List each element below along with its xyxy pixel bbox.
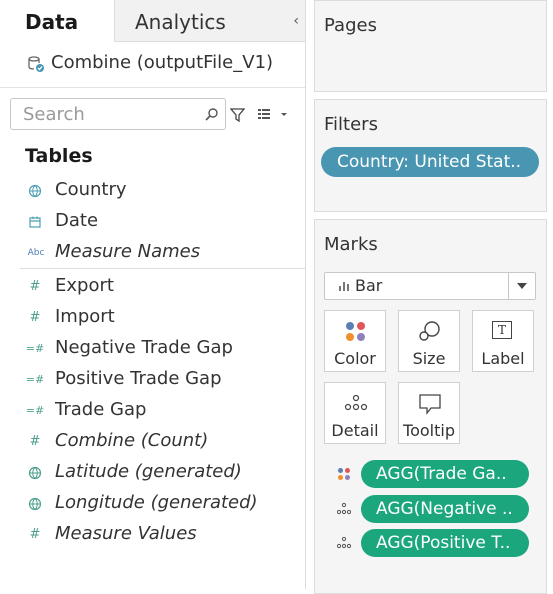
field-latitude[interactable]: Latitude (generated)	[0, 458, 305, 489]
field-label: Longitude (generated)	[55, 492, 258, 513]
datasource-name[interactable]: Combine (outputFile_V1)	[51, 52, 273, 73]
label-icon: T	[492, 321, 512, 339]
field-label: Country	[55, 179, 127, 200]
field-import[interactable]: # Import	[0, 303, 305, 334]
filters-title: Filters	[324, 114, 378, 135]
search-input[interactable]	[21, 103, 195, 126]
calc-hash-icon: =#	[25, 404, 45, 417]
view-options-icon[interactable]	[258, 107, 290, 121]
search-icon[interactable]	[205, 107, 219, 121]
hash-icon: #	[29, 310, 41, 325]
mark-type-select[interactable]: Bar	[324, 272, 536, 300]
tables-heading: Tables	[25, 145, 93, 167]
data-pane: Analytics Data ‹ Combine (outputFile_V1)…	[0, 0, 306, 589]
detail-label: Detail	[331, 421, 379, 440]
calc-hash-icon: =#	[25, 373, 45, 386]
field-trade-gap[interactable]: =# Trade Gap	[0, 396, 305, 427]
mark-pill-trade-gap[interactable]: AGG(Trade Ga..	[361, 460, 529, 488]
field-label: Measure Names	[55, 241, 201, 262]
color-icon	[338, 468, 350, 480]
calc-hash-icon: =#	[25, 342, 45, 355]
field-label: Combine (Count)	[55, 430, 209, 451]
color-label: Color	[334, 349, 376, 368]
collapse-pane-icon[interactable]: ‹	[293, 13, 299, 29]
pages-title: Pages	[324, 15, 377, 36]
tooltip-label: Tooltip	[403, 421, 455, 440]
color-button[interactable]: Color	[324, 310, 386, 372]
bar-chart-icon	[339, 282, 349, 291]
hash-icon: #	[29, 434, 41, 449]
filter-pill-country[interactable]: Country: United Stat..	[321, 147, 539, 177]
chevron-down-icon	[517, 283, 527, 289]
label-label: Label	[481, 349, 525, 368]
calendar-icon	[29, 216, 41, 228]
mark-pill-row: AGG(Negative ..	[335, 495, 545, 525]
detail-icon	[344, 394, 368, 411]
mark-pill-row: AGG(Positive T..	[335, 529, 545, 559]
mark-pill-negative-trade-gap[interactable]: AGG(Negative ..	[361, 495, 529, 523]
mark-pill-row: AGG(Trade Ga..	[335, 460, 545, 490]
divider	[20, 268, 305, 269]
filters-shelf[interactable]: Filters Country: United Stat..	[314, 99, 547, 212]
color-icon	[346, 322, 365, 341]
pages-shelf[interactable]: Pages	[314, 0, 547, 92]
hash-icon: #	[29, 279, 41, 294]
field-label: Negative Trade Gap	[55, 337, 233, 358]
field-longitude[interactable]: Longitude (generated)	[0, 489, 305, 520]
field-combine-count[interactable]: # Combine (Count)	[0, 427, 305, 458]
field-label: Date	[55, 210, 99, 231]
field-label: Import	[55, 306, 115, 327]
field-measure-values[interactable]: # Measure Values	[0, 520, 305, 551]
hash-icon: #	[29, 527, 41, 542]
tooltip-icon	[419, 394, 441, 415]
abc-icon: Abc	[27, 248, 45, 258]
mark-pill-positive-trade-gap[interactable]: AGG(Positive T..	[361, 529, 529, 557]
search-box[interactable]	[10, 98, 226, 130]
field-label: Export	[55, 275, 114, 296]
divider	[0, 87, 305, 88]
field-country[interactable]: Country	[0, 176, 305, 207]
tab-analytics[interactable]: Analytics	[114, 0, 305, 42]
detail-button[interactable]: Detail	[324, 382, 386, 444]
field-label: Measure Values	[55, 523, 197, 544]
size-label: Size	[412, 349, 446, 368]
label-button[interactable]: T Label	[472, 310, 534, 372]
field-date[interactable]: Date	[0, 207, 305, 238]
mark-type-value: Bar	[355, 276, 383, 295]
field-label: Latitude (generated)	[55, 461, 242, 482]
field-negative-trade-gap[interactable]: =# Negative Trade Gap	[0, 334, 305, 365]
globe-icon	[28, 184, 42, 198]
marks-card: Marks Bar Color Size T Label Detail Tool…	[314, 219, 547, 594]
size-icon	[419, 321, 440, 341]
marks-title: Marks	[324, 234, 378, 255]
datasource-icon	[28, 56, 44, 72]
field-measure-names[interactable]: Abc Measure Names	[0, 238, 305, 269]
field-positive-trade-gap[interactable]: =# Positive Trade Gap	[0, 365, 305, 396]
size-button[interactable]: Size	[398, 310, 460, 372]
detail-icon	[337, 502, 351, 515]
dropdown-button[interactable]	[508, 273, 535, 299]
field-export[interactable]: # Export	[0, 272, 305, 303]
tooltip-button[interactable]: Tooltip	[398, 382, 460, 444]
field-label: Positive Trade Gap	[55, 368, 222, 389]
field-label: Trade Gap	[55, 399, 147, 420]
detail-icon	[337, 536, 351, 549]
globe-icon	[28, 497, 42, 511]
tab-data[interactable]: Data	[0, 0, 114, 42]
filter-icon[interactable]	[230, 107, 245, 123]
globe-icon	[28, 466, 42, 480]
